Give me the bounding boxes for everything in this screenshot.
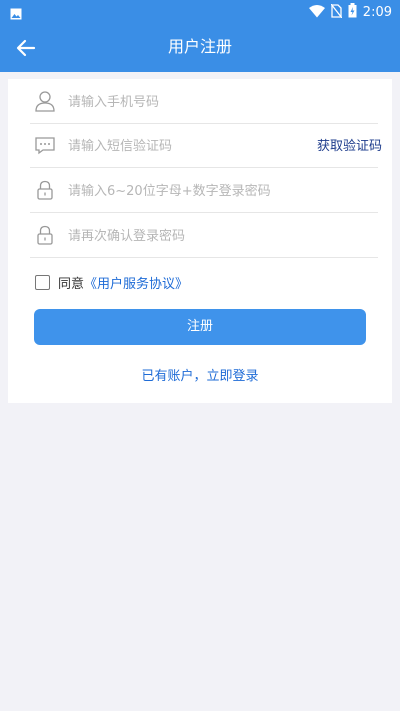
wifi-icon <box>308 3 325 22</box>
register-button[interactable]: 注册 <box>34 309 366 345</box>
status-time: 2:09 <box>362 4 392 20</box>
confirm-password-row <box>30 213 378 258</box>
status-bar: 2:09 <box>0 0 400 24</box>
login-link[interactable]: 已有账户，立即登录 <box>8 365 392 384</box>
get-code-button[interactable]: 获取验证码 <box>317 135 382 154</box>
status-right: 2:09 <box>308 3 392 22</box>
password-row <box>30 168 378 213</box>
image-icon <box>10 5 22 24</box>
no-sim-icon <box>330 3 343 22</box>
lock-icon <box>34 224 56 246</box>
user-agreement-link[interactable]: 《用户服务协议》 <box>84 273 188 292</box>
password-input[interactable] <box>66 178 310 204</box>
sms-code-row: 获取验证码 <box>30 123 382 168</box>
agreement-checkbox[interactable] <box>35 274 50 290</box>
message-icon <box>34 134 56 156</box>
battery-charging-icon <box>348 3 357 22</box>
agreement-prefix: 同意 <box>58 276 85 292</box>
app-bar: 用户注册 <box>0 24 400 72</box>
lock-icon <box>34 179 56 201</box>
page-title: 用户注册 <box>167 37 232 56</box>
phone-row <box>30 79 378 124</box>
sms-code-input[interactable] <box>66 133 310 159</box>
register-form-card: 获取验证码 同意 《用户服务协议》 注册 已有账户，立即登录 <box>8 79 392 403</box>
phone-input[interactable] <box>66 89 310 115</box>
agreement-row: 同意 《用户服务协议》 <box>35 272 188 292</box>
confirm-password-input[interactable] <box>66 223 310 249</box>
user-icon <box>34 90 56 112</box>
